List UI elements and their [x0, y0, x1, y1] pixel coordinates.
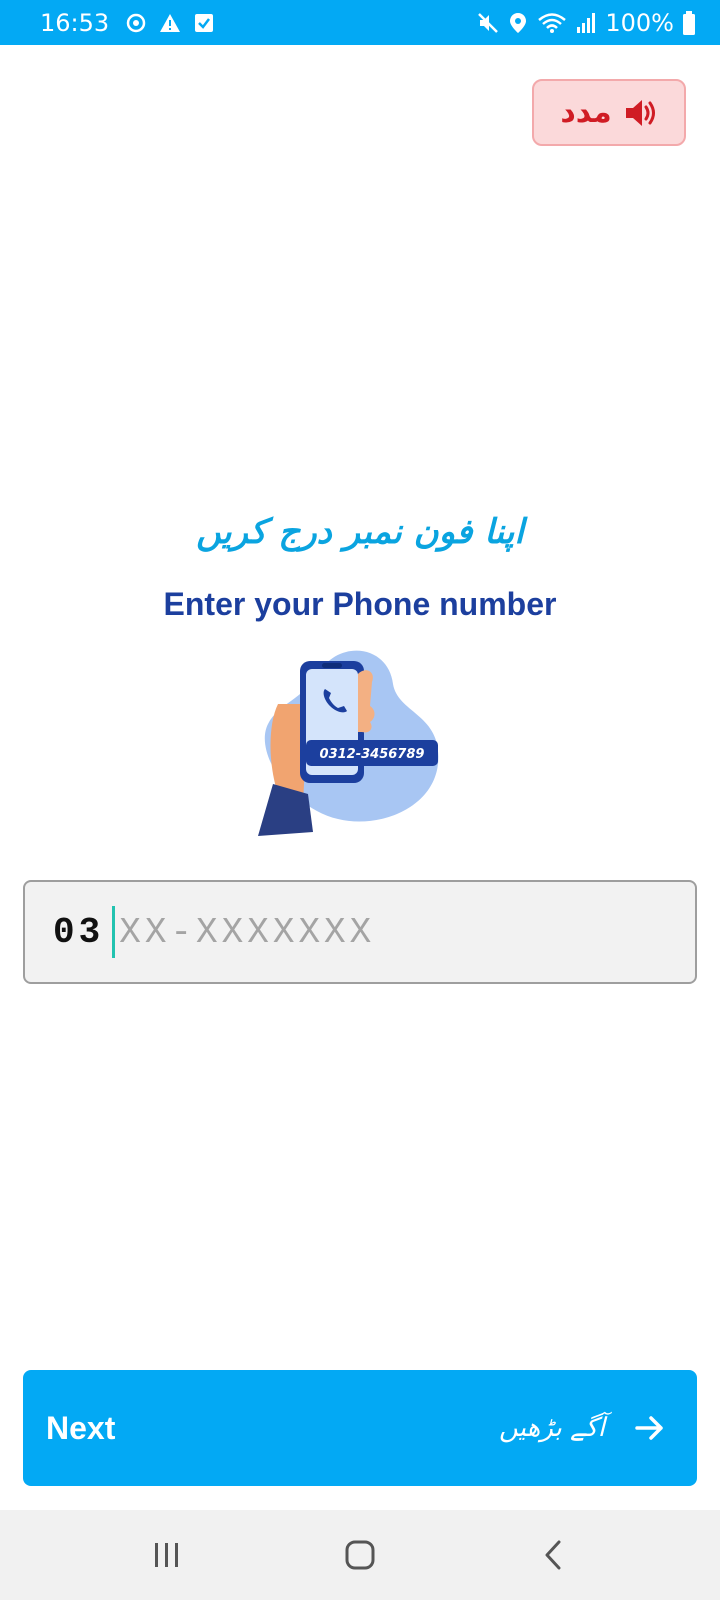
help-button[interactable]: مدد: [532, 79, 686, 146]
phone-number-field[interactable]: 03 XX-XXXXXXX: [23, 880, 697, 984]
phone-illustration: 0312-3456789: [258, 650, 439, 836]
phone-prefix: 03: [53, 911, 105, 953]
status-time: 16:53: [40, 8, 110, 37]
speaker-icon: [625, 99, 655, 126]
mute-icon: [477, 12, 499, 34]
task-check-icon: [193, 12, 215, 34]
battery-percent: 100%: [605, 8, 674, 37]
help-label: مدد: [560, 95, 612, 130]
urdu-title: اپنا فون نمبر درج کریں: [196, 512, 524, 552]
signal-icon: [575, 12, 597, 34]
back-button[interactable]: [523, 1525, 583, 1585]
wifi-icon: [537, 12, 567, 34]
status-left: 16:53: [40, 9, 215, 37]
warning-icon: [159, 12, 181, 34]
eye-comfort-icon: [125, 12, 147, 34]
home-button[interactable]: [330, 1525, 390, 1585]
next-button[interactable]: Next آگے بڑھیں: [23, 1370, 697, 1486]
next-right: آگے بڑھیں: [499, 1411, 667, 1445]
recents-icon: [154, 1543, 178, 1567]
text-caret: [112, 906, 116, 958]
navigation-bar: [0, 1510, 720, 1600]
illustration-number: 0312-3456789: [320, 747, 425, 762]
phone-placeholder: XX-XXXXXXX: [119, 911, 376, 953]
next-urdu-label: آگے بڑھیں: [498, 1413, 605, 1443]
battery-icon: [682, 10, 696, 35]
page-title: Enter your Phone number: [163, 586, 557, 622]
location-icon: [507, 12, 529, 34]
status-bar: 16:53 100%: [0, 0, 720, 45]
arrow-right-icon: [635, 1416, 663, 1440]
recents-button[interactable]: [137, 1525, 197, 1585]
home-icon: [345, 1540, 375, 1570]
status-right: 100%: [477, 9, 696, 37]
next-label: Next: [46, 1409, 116, 1446]
back-icon: [545, 1540, 561, 1570]
